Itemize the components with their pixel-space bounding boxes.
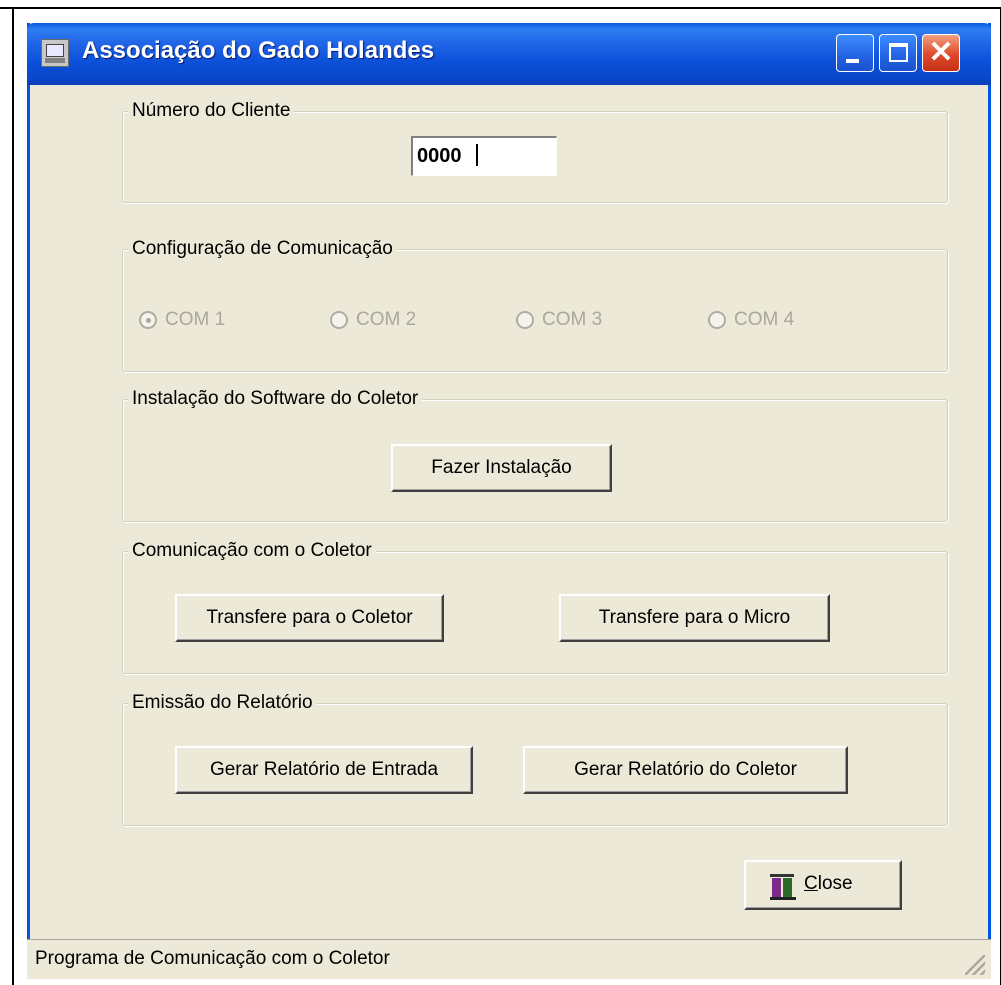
minimize-icon bbox=[846, 59, 859, 63]
screenshot-border-left bbox=[12, 8, 14, 985]
close-button[interactable]: Close bbox=[744, 860, 902, 910]
computer-icon[interactable] bbox=[41, 39, 69, 67]
status-bar: Programa de Comunicação com o Coletor bbox=[27, 939, 991, 979]
collector-communication-group: Comunicação com o Coletor Transfere para… bbox=[122, 540, 948, 674]
comm-config-legend: Configuração de Comunicação bbox=[128, 238, 397, 260]
close-label-rest: lose bbox=[817, 873, 853, 894]
client-number-legend: Número do Cliente bbox=[128, 100, 295, 122]
transfer-to-collector-button[interactable]: Transfere para o Coletor bbox=[175, 594, 444, 642]
install-software-legend: Instalação do Software do Coletor bbox=[128, 388, 423, 410]
radio-com3-label: COM 3 bbox=[542, 309, 603, 330]
close-window-button[interactable]: ✕ bbox=[922, 34, 960, 72]
radio-circle-icon bbox=[139, 311, 157, 329]
main-window: Associação do Gado Holandes ✕ Número do … bbox=[27, 23, 991, 979]
maximize-button[interactable] bbox=[879, 34, 917, 72]
radio-circle-icon bbox=[708, 311, 726, 329]
radio-com1-label: COM 1 bbox=[165, 309, 226, 330]
install-software-group: Instalação do Software do Coletor Fazer … bbox=[122, 388, 948, 522]
maximize-icon bbox=[889, 43, 908, 62]
report-group: Emissão do Relatório Gerar Relatório de … bbox=[122, 692, 948, 826]
screenshot-border-top bbox=[0, 7, 1001, 9]
resize-grip-icon[interactable] bbox=[965, 955, 985, 975]
title-bar[interactable]: Associação do Gado Holandes ✕ bbox=[27, 23, 991, 85]
install-button[interactable]: Fazer Instalação bbox=[391, 444, 612, 492]
client-number-group: Número do Cliente bbox=[122, 100, 948, 203]
entry-report-button[interactable]: Gerar Relatório de Entrada bbox=[175, 746, 473, 794]
window-title: Associação do Gado Holandes bbox=[82, 37, 435, 64]
transfer-to-micro-button[interactable]: Transfere para o Micro bbox=[559, 594, 830, 642]
report-legend: Emissão do Relatório bbox=[128, 692, 317, 714]
door-exit-icon bbox=[770, 872, 796, 900]
comm-config-group: Configuração de Comunicação COM 1 COM 2 … bbox=[122, 238, 948, 372]
radio-com4-label: COM 4 bbox=[734, 309, 795, 330]
text-caret bbox=[476, 144, 478, 166]
close-mnemonic: C bbox=[804, 873, 818, 894]
radio-circle-icon bbox=[330, 311, 348, 329]
status-text: Programa de Comunicação com o Coletor bbox=[35, 948, 390, 969]
collector-report-button[interactable]: Gerar Relatório do Coletor bbox=[523, 746, 848, 794]
close-icon: ✕ bbox=[928, 36, 954, 69]
radio-circle-icon bbox=[516, 311, 534, 329]
collector-communication-legend: Comunicação com o Coletor bbox=[128, 540, 376, 562]
close-button-label: Close bbox=[804, 873, 853, 895]
client-number-input[interactable] bbox=[411, 136, 557, 176]
radio-com2-label: COM 2 bbox=[356, 309, 417, 330]
minimize-button[interactable] bbox=[836, 34, 874, 72]
